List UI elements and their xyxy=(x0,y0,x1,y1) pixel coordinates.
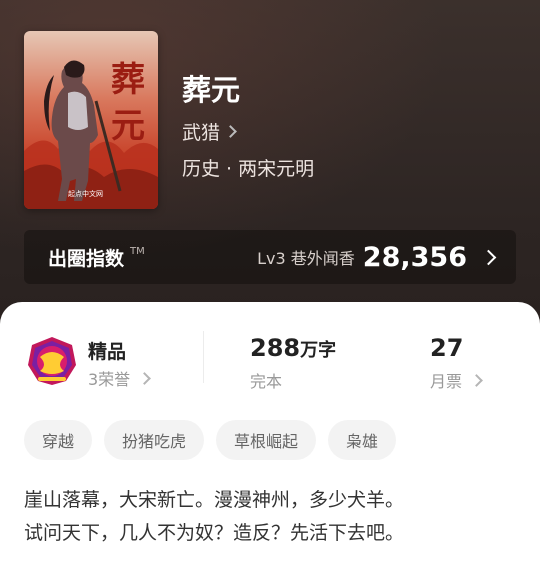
cover-title: 葬 元 xyxy=(110,57,146,149)
completion-status: 完本 xyxy=(250,372,283,391)
chevron-right-icon xyxy=(470,373,483,387)
cover-title-char: 元 xyxy=(111,106,145,146)
monthly-ticket-count: 27 xyxy=(430,334,464,362)
publisher-mark: 起点中文网 xyxy=(68,190,103,198)
book-synopsis[interactable]: 崖山落幕，大宋新亡。漫漫神州，多少犬羊。 试问天下，几人不为奴？造反？先活下去吧… xyxy=(24,484,524,550)
word-count-unit: 万字 xyxy=(300,340,337,361)
honor-count-link[interactable]: 3荣誉 xyxy=(88,366,152,390)
tag-chip[interactable]: 穿越 xyxy=(24,420,93,460)
monthly-ticket-link[interactable]: 月票 xyxy=(430,368,483,392)
tag-chip[interactable]: 草根崛起 xyxy=(216,420,317,460)
word-count-number: 288 xyxy=(250,334,301,362)
stats-divider xyxy=(203,331,204,383)
monthly-ticket-label: 月票 xyxy=(430,372,463,391)
author-link[interactable]: 武猎 xyxy=(182,118,237,145)
tag-chip[interactable]: 枭雄 xyxy=(328,420,397,460)
chevron-right-icon xyxy=(480,249,497,265)
word-count: 288万字 xyxy=(250,334,336,362)
tag-chip[interactable]: 扮猪吃虎 xyxy=(104,420,205,460)
author-name: 武猎 xyxy=(182,122,221,144)
book-genre: 历史 · 两宋元明 xyxy=(182,158,315,180)
popularity-index-bar[interactable]: 出圈指数 TM Lv3 巷外闻香 28,356 xyxy=(24,230,516,284)
honor-badge-icon xyxy=(28,337,76,385)
honor-count: 3荣誉 xyxy=(88,370,131,389)
trademark-mark: TM xyxy=(130,245,145,257)
book-cover[interactable]: 葬 元 起点中文网 xyxy=(24,31,158,209)
chevron-right-icon xyxy=(224,125,237,138)
synopsis-line: 试问天下，几人不为奴？造反？先活下去吧。 xyxy=(24,522,405,544)
synopsis-line: 崖山落幕，大宋新亡。漫漫神州，多少犬羊。 xyxy=(24,489,405,511)
honor-title[interactable]: 精品 xyxy=(88,337,126,364)
index-value: 28,356 xyxy=(362,241,467,273)
cover-title-char: 葬 xyxy=(111,60,145,100)
index-label: 出圈指数 xyxy=(48,247,125,270)
book-title: 葬元 xyxy=(182,73,241,107)
chevron-right-icon xyxy=(138,371,152,385)
tag-list: 穿越 扮猪吃虎 草根崛起 枭雄 xyxy=(24,420,397,460)
index-level: Lv3 巷外闻香 xyxy=(257,249,355,268)
